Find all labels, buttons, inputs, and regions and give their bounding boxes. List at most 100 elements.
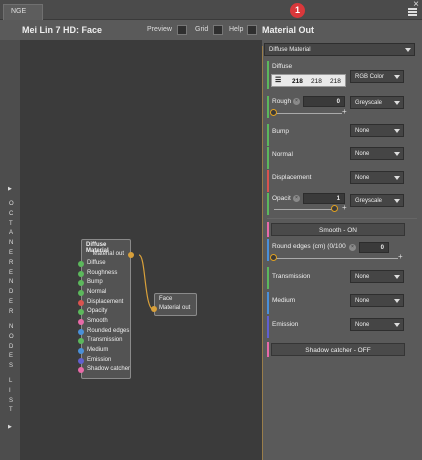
rounded-edges-input[interactable]: 0 [359, 242, 389, 253]
input-pin[interactable] [78, 261, 84, 267]
opacity-input[interactable]: 1 [303, 193, 345, 204]
side-strip-letter: T [9, 220, 13, 227]
diffuse-rgb-field[interactable]: ☰ 218 218 218 [271, 74, 346, 87]
node-input-row[interactable]: Normal [78, 288, 142, 298]
side-strip-letter: N [9, 324, 14, 330]
material-type-dropdown[interactable]: Diffuse Material [264, 43, 415, 56]
side-strip-letter: I [9, 387, 11, 394]
node-input-row[interactable]: Bump [78, 279, 142, 288]
roughness-label: Rough [272, 98, 292, 105]
side-strip-letter: R [9, 308, 14, 315]
opacity-mode-dropdown[interactable]: Greyscale [350, 194, 404, 207]
medium-dropdown[interactable]: None [350, 294, 404, 307]
input-label: Shadow catcher [87, 366, 131, 373]
material-out-pin[interactable] [128, 252, 134, 258]
bump-dropdown[interactable]: None [350, 124, 404, 137]
input-pin[interactable] [78, 328, 84, 335]
node-input-row[interactable]: Shadow catcher [78, 366, 142, 375]
opacity-slider-handle[interactable] [331, 205, 338, 212]
reset-opacity-icon[interactable]: × [293, 195, 300, 202]
input-pin[interactable] [78, 280, 84, 287]
rounded-edges-slider-track[interactable] [274, 258, 398, 259]
input-label: Rounded edges [87, 327, 130, 334]
emission-dropdown[interactable]: None [350, 318, 404, 331]
grid-checkbox[interactable] [213, 25, 223, 35]
roughness-slider-track[interactable] [274, 113, 342, 114]
node-input-row[interactable]: Rounded edges [78, 327, 142, 337]
side-strip-letter: D [9, 343, 14, 350]
roughness-indicator [267, 96, 269, 118]
rounded-edges-label: Round edges (cm) (0/100 [272, 243, 346, 250]
rounded-edges-slider-handle[interactable] [270, 254, 277, 261]
face-node[interactable]: Face Material out [151, 293, 197, 316]
expand-arrow-icon[interactable]: ▶ [8, 424, 12, 430]
opacity-slider-track[interactable] [274, 209, 334, 210]
list-icon: ☰ [275, 77, 282, 84]
input-pin[interactable] [78, 318, 84, 325]
side-strip-letter: E [9, 353, 14, 360]
diffuse-material-node[interactable]: Diffuse Material Material out Diffuse Rou… [78, 239, 134, 379]
node-input-row[interactable]: Diffuse [78, 260, 142, 269]
smooth-toggle-button[interactable]: Smooth - ON [271, 223, 405, 236]
side-strip-letter: O [9, 333, 14, 340]
divider [267, 218, 417, 219]
input-pin[interactable] [78, 270, 84, 277]
diffuse-indicator [267, 61, 269, 89]
input-label: Normal [87, 288, 107, 295]
displacement-label: Displacement [272, 174, 312, 181]
roughness-mode-value: Greyscale [355, 100, 383, 106]
input-label: Diffuse [87, 260, 106, 266]
plus-icon[interactable]: + [342, 107, 347, 116]
bump-value: None [355, 128, 370, 134]
side-strip-letter: E [9, 269, 14, 276]
node-input-row[interactable]: Smooth [78, 318, 142, 327]
preview-label: Preview [147, 26, 172, 33]
smooth-indicator [267, 222, 269, 237]
side-strip-letter: N [9, 279, 14, 286]
octane-render-nodes-list-strip[interactable]: ▶ OCTANERENDERNODESLIST ▶ [0, 40, 20, 460]
node-input-row[interactable]: Roughness [78, 270, 142, 279]
diffuse-label: Diffuse [272, 63, 293, 70]
blue-value: 218 [330, 78, 341, 85]
roughness-slider-handle[interactable] [270, 109, 277, 116]
diffuse-mode-dropdown[interactable]: RGB Color [350, 70, 404, 83]
transmission-dropdown[interactable]: None [350, 270, 404, 283]
shadow-catcher-toggle-button[interactable]: Shadow catcher - OFF [271, 343, 405, 356]
node-input-row[interactable]: Emission [78, 357, 142, 366]
node-input-row[interactable]: Medium [78, 347, 142, 356]
node-input-row[interactable]: Transmission [78, 337, 142, 346]
rounded-edges-indicator [267, 239, 269, 261]
preview-checkbox[interactable] [177, 25, 187, 35]
node-input-row[interactable]: Opacity [78, 308, 142, 317]
node-graph-canvas[interactable]: Diffuse Material Material out Diffuse Rou… [20, 40, 262, 460]
reset-rounded-edges-icon[interactable]: × [349, 244, 356, 251]
input-pin[interactable] [78, 299, 84, 306]
hamburger-menu-icon[interactable] [408, 8, 417, 16]
input-label: Transmission [87, 337, 123, 344]
input-pin[interactable] [78, 347, 84, 354]
roughness-input[interactable]: 0 [303, 96, 345, 107]
expand-arrow-icon[interactable]: ▶ [8, 186, 12, 192]
input-pin[interactable] [78, 357, 84, 364]
roughness-mode-dropdown[interactable]: Greyscale [350, 96, 404, 109]
red-value: 218 [292, 78, 303, 85]
emission-value: None [355, 322, 370, 328]
input-pin[interactable] [78, 309, 84, 316]
material-type-value: Diffuse Material [269, 47, 311, 53]
emission-indicator [267, 316, 269, 338]
tab-nge[interactable]: NGE [3, 4, 43, 20]
material-in-pin[interactable] [151, 306, 157, 312]
node-input-row[interactable]: Displacement [78, 299, 142, 308]
input-pin[interactable] [78, 367, 84, 374]
input-pin[interactable] [78, 289, 84, 296]
green-value: 218 [311, 78, 322, 85]
input-pin[interactable] [78, 338, 84, 345]
help-checkbox[interactable] [247, 25, 257, 35]
normal-dropdown[interactable]: None [350, 147, 404, 160]
plus-icon[interactable]: + [342, 203, 347, 212]
side-strip-letter: C [9, 210, 14, 217]
plus-icon[interactable]: + [398, 252, 403, 261]
reset-roughness-icon[interactable]: × [293, 98, 300, 105]
side-strip-letter: A [9, 230, 14, 237]
displacement-dropdown[interactable]: None [350, 171, 404, 184]
